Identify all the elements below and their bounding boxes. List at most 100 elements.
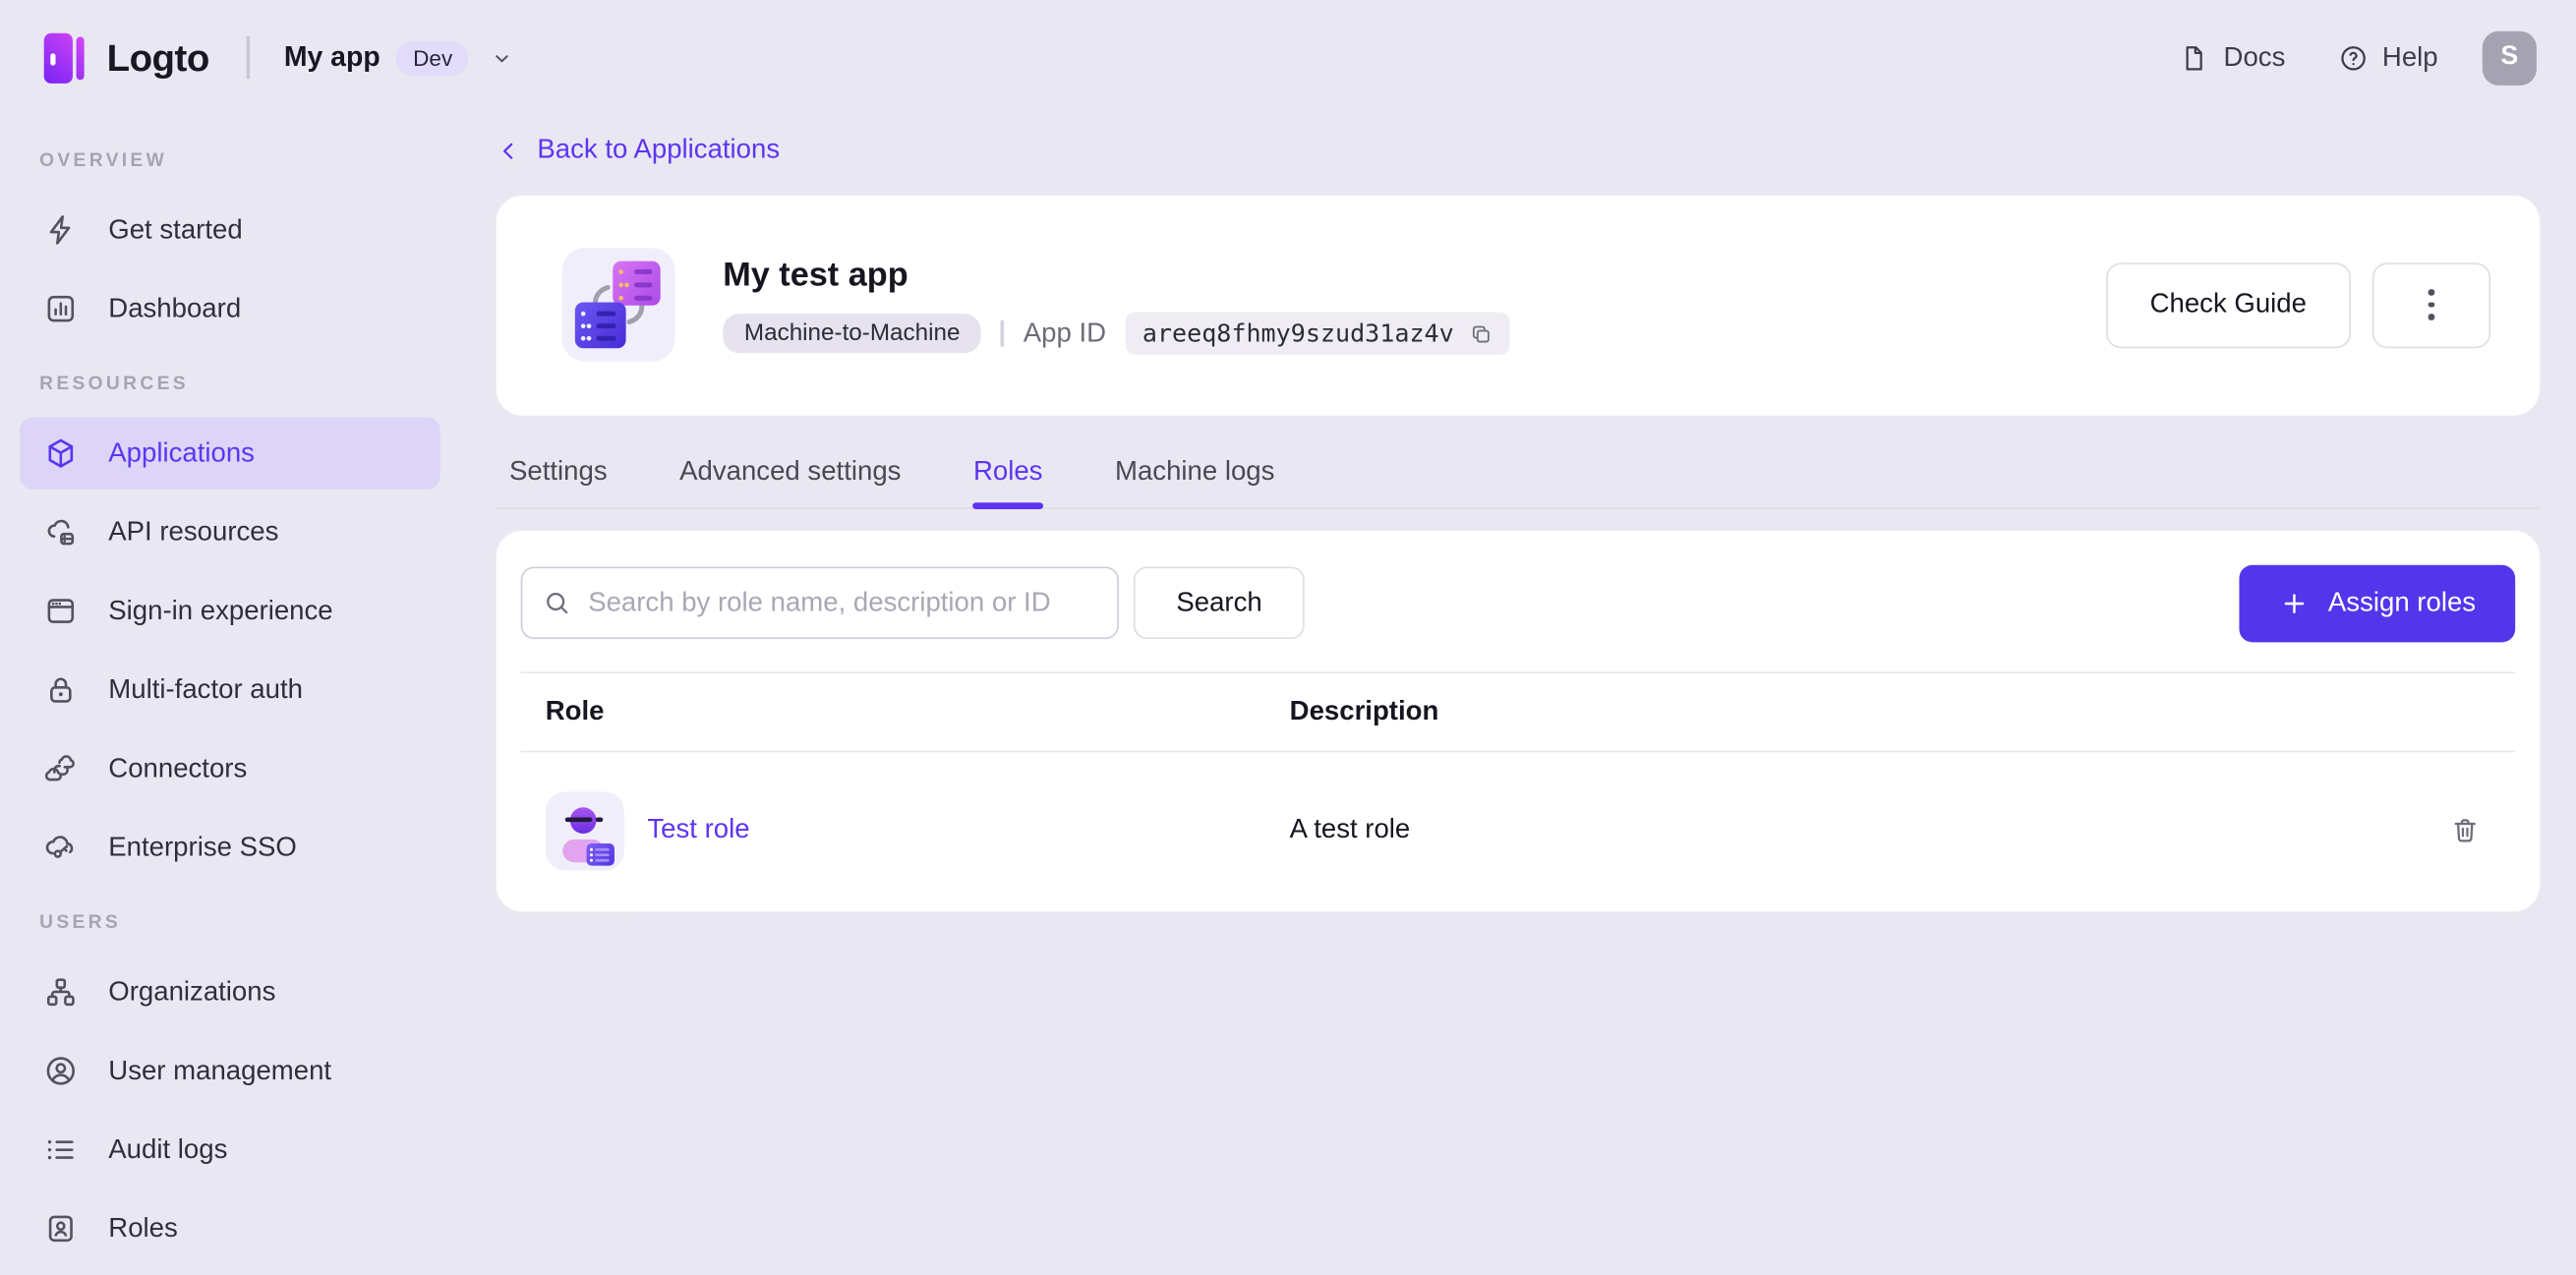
sidebar-item-applications[interactable]: Applications (20, 417, 440, 490)
logto-door-icon (39, 29, 88, 86)
search-icon (542, 588, 571, 617)
sidebar-item-label: Roles (108, 1212, 178, 1244)
sidebar-item-label: Get started (108, 214, 243, 245)
list-icon (42, 1131, 79, 1168)
sidebar-item-get-started[interactable]: Get started (20, 194, 440, 266)
bar-chart-icon (42, 291, 79, 327)
back-link-label: Back to Applications (537, 135, 781, 165)
back-to-applications-link[interactable]: Back to Applications (497, 135, 781, 166)
search-box[interactable] (520, 566, 1119, 639)
sidebar-item-label: Dashboard (108, 293, 242, 323)
app-root: Logto My app Dev Docs Help S OVERVIEW Ge… (0, 0, 2576, 1275)
sidebar-item-api-resources[interactable]: API resources (20, 496, 440, 569)
logto-logo[interactable]: Logto (39, 29, 209, 86)
table-row: Test role A test role (521, 751, 2515, 908)
docs-label: Docs (2223, 41, 2286, 72)
sidebar-item-label: Organizations (108, 976, 276, 1007)
m2m-app-icon (561, 248, 675, 362)
sidebar-item-connectors[interactable]: Connectors (20, 732, 440, 805)
role-description: A test role (1289, 814, 1411, 844)
row-actions (2414, 808, 2516, 852)
sidebar-item-label: API resources (108, 516, 279, 547)
browser-icon (42, 593, 79, 629)
sidebar-item-multi-factor-auth[interactable]: Multi-factor auth (20, 654, 440, 726)
roles-toolbar: Search Assign roles (520, 563, 2516, 642)
tab-settings[interactable]: Settings (509, 442, 608, 506)
env-badge: Dev (396, 39, 469, 76)
app-id-label: App ID (1023, 318, 1107, 348)
topbar: Logto My app Dev Docs Help S (0, 0, 2576, 115)
app-header-card: My test app Machine-to-Machine App ID ar… (496, 195, 2541, 415)
chevron-left-icon (497, 138, 523, 164)
plus-icon (2279, 587, 2311, 618)
main-content: Back to Applications My test app Machine… (460, 115, 2576, 1275)
roles-table: Role Description Test role A test role (520, 670, 2516, 909)
copy-icon[interactable] (1469, 321, 1493, 346)
sidebar-item-roles[interactable]: Roles (20, 1192, 440, 1265)
sidebar-item-user-management[interactable]: User management (20, 1035, 440, 1108)
cloud-box-icon (42, 514, 79, 551)
tenant-name: My app (283, 40, 381, 73)
tab-machine-logs[interactable]: Machine logs (1115, 442, 1274, 506)
topbar-divider (247, 35, 250, 80)
docs-link[interactable]: Docs (2179, 42, 2285, 74)
sidebar-item-label: Connectors (108, 753, 248, 783)
sidebar-section-resources: RESOURCES (39, 374, 189, 395)
id-badge-icon (42, 1210, 79, 1246)
sidebar-item-label: Enterprise SSO (108, 832, 297, 862)
check-guide-button[interactable]: Check Guide (2105, 261, 2352, 348)
role-name-link[interactable]: Test role (647, 815, 749, 846)
lightning-icon (42, 212, 79, 249)
sidebar-item-sign-in-experience[interactable]: Sign-in experience (20, 575, 440, 648)
tab-roles[interactable]: Roles (972, 442, 1043, 509)
tab-advanced-settings[interactable]: Advanced settings (679, 442, 901, 506)
clouds-icon (42, 751, 79, 787)
assign-roles-label: Assign roles (2327, 587, 2477, 617)
user-avatar[interactable]: S (2482, 29, 2537, 86)
table-header-row: Role Description (520, 670, 2516, 752)
sidebar-section-overview: OVERVIEW (39, 150, 168, 171)
org-chart-icon (42, 974, 79, 1011)
sidebar-item-enterprise-sso[interactable]: Enterprise SSO (20, 811, 440, 884)
cube-icon (42, 435, 79, 472)
help-link[interactable]: Help (2338, 42, 2438, 74)
role-avatar-icon (545, 790, 624, 870)
search-input[interactable] (588, 587, 1098, 619)
user-circle-icon (42, 1053, 79, 1089)
sidebar-item-label: User management (108, 1055, 332, 1085)
role-cell: Test role (521, 790, 1290, 870)
column-header-description: Description (1289, 695, 1439, 725)
app-id-chip[interactable]: areeq8fhmy9szud31az4v (1126, 312, 1510, 355)
sidebar-item-audit-logs[interactable]: Audit logs (20, 1114, 440, 1187)
trash-icon (2449, 815, 2481, 846)
help-icon (2338, 42, 2370, 74)
tenant-switcher[interactable]: My app Dev (283, 39, 515, 76)
help-label: Help (2381, 41, 2438, 72)
page-title: My test app (723, 256, 908, 295)
cloud-key-icon (42, 830, 79, 866)
app-meta-row: Machine-to-Machine App ID areeq8fhmy9szu… (723, 312, 1510, 355)
brand-name: Logto (106, 34, 210, 79)
column-header-role: Role (545, 695, 605, 725)
sidebar-item-label: Multi-factor auth (108, 673, 303, 704)
delete-role-button[interactable] (2442, 808, 2487, 852)
sidebar: OVERVIEW Get started Dashboard RESOURCES… (0, 115, 460, 1275)
meta-divider (1001, 319, 1004, 347)
sidebar-item-dashboard[interactable]: Dashboard (20, 272, 440, 345)
app-type-badge: Machine-to-Machine (723, 314, 982, 354)
app-id-value: areeq8fhmy9szud31az4v (1142, 319, 1454, 349)
chevron-down-icon (491, 45, 515, 70)
kebab-icon (2428, 289, 2434, 296)
lock-icon (42, 671, 79, 708)
app-info: My test app Machine-to-Machine App ID ar… (723, 255, 1510, 355)
sidebar-item-label: Applications (108, 437, 255, 468)
sidebar-item-label: Sign-in experience (108, 595, 333, 625)
more-actions-button[interactable] (2371, 261, 2491, 348)
document-icon (2179, 42, 2210, 74)
assign-roles-button[interactable]: Assign roles (2239, 563, 2516, 642)
roles-panel: Search Assign roles Role Description (496, 529, 2541, 911)
sidebar-item-organizations[interactable]: Organizations (20, 956, 440, 1028)
sidebar-item-label: Audit logs (108, 1133, 228, 1164)
app-detail-tabs: Settings Advanced settings Roles Machine… (496, 442, 2541, 509)
search-button[interactable]: Search (1133, 566, 1306, 639)
